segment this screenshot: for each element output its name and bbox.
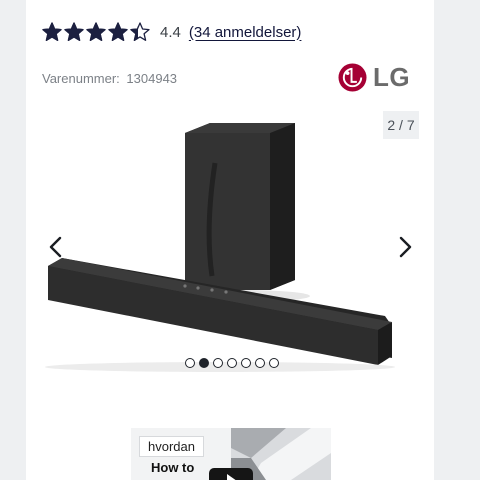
gallery-dot[interactable] xyxy=(241,358,251,368)
product-sku: Varenummer: 1304943 xyxy=(42,71,177,86)
chevron-right-icon xyxy=(399,236,412,258)
rating-row: 4.4 (34 anmeldelser) xyxy=(42,18,301,46)
star-icon xyxy=(108,22,128,41)
play-icon xyxy=(227,474,236,480)
sku-value: 1304943 xyxy=(126,71,178,86)
video-tag: hvordan xyxy=(139,436,204,457)
gallery-dot[interactable] xyxy=(213,358,223,368)
star-rating xyxy=(42,22,150,42)
lg-face-icon xyxy=(338,63,367,92)
video-title: How to xyxy=(151,460,195,475)
brand-logo-text: LG xyxy=(373,62,411,92)
page-right-margin xyxy=(434,0,480,480)
gallery-next-button[interactable] xyxy=(393,233,417,261)
gallery-dot[interactable] xyxy=(269,358,279,368)
gallery-dot[interactable] xyxy=(199,358,209,368)
star-icon xyxy=(64,22,84,41)
page-left-margin xyxy=(0,0,26,480)
gallery-dot[interactable] xyxy=(255,358,265,368)
star-icon xyxy=(86,22,106,41)
play-button[interactable] xyxy=(209,468,253,480)
product-image[interactable] xyxy=(40,118,420,378)
star-icon xyxy=(130,22,150,41)
gallery-prev-button[interactable] xyxy=(44,233,68,261)
gallery-dot[interactable] xyxy=(185,358,195,368)
gallery-pagination xyxy=(185,358,279,368)
chevron-left-icon xyxy=(49,236,62,258)
sku-label: Varenummer: xyxy=(42,71,120,86)
reviews-link[interactable]: (34 anmeldelser) xyxy=(189,24,302,41)
video-card[interactable]: hvordan How to xyxy=(131,428,331,480)
rating-value: 4.4 xyxy=(160,23,181,41)
star-icon xyxy=(42,22,62,41)
gallery-dot[interactable] xyxy=(227,358,237,368)
brand-logo[interactable]: LG xyxy=(338,62,410,93)
